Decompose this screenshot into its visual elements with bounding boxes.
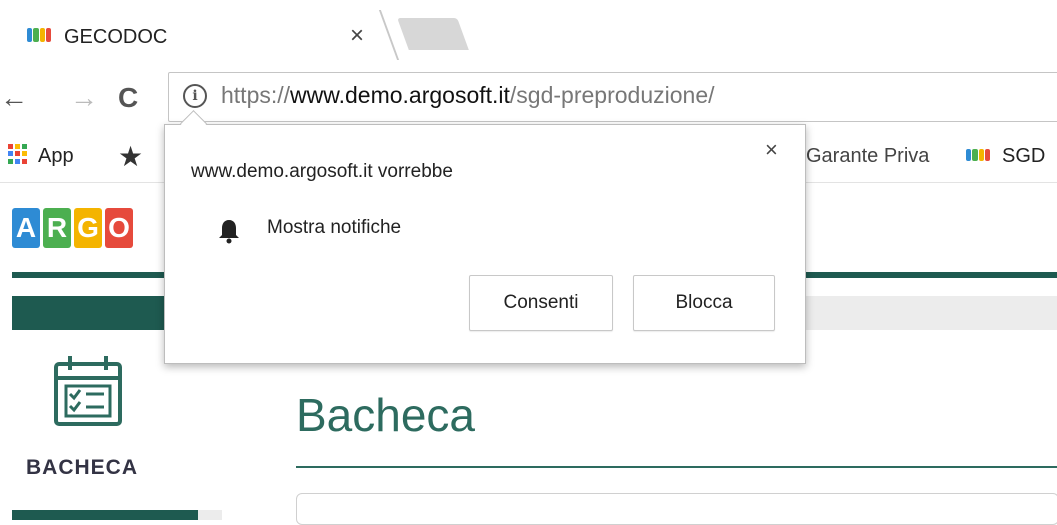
permission-label: Mostra notifiche <box>267 217 402 238</box>
sidebar-item-bacheca[interactable]: BACHECA <box>26 456 138 480</box>
apps-icon[interactable] <box>8 144 28 164</box>
close-icon[interactable]: × <box>765 137 778 163</box>
url-path: /sgd-preproduzione/ <box>509 82 715 108</box>
tab-gecodoc[interactable]: GECODOC × <box>0 6 395 58</box>
bell-icon <box>219 220 239 244</box>
allow-button[interactable]: Consenti <box>469 275 613 331</box>
logo-letter: O <box>105 208 133 248</box>
calendar-checklist-icon[interactable] <box>50 352 126 430</box>
logo-letter: R <box>43 208 71 248</box>
sidebar-bar-gray <box>198 510 222 520</box>
tab-strip: GECODOC × <box>0 0 1057 60</box>
star-icon[interactable]: ★ <box>118 140 143 173</box>
info-icon[interactable]: i <box>183 84 207 108</box>
argo-logo: A R G O <box>12 208 133 248</box>
close-icon[interactable]: × <box>350 22 364 50</box>
browser-toolbar: ← → C i https://www.demo.argosoft.it/sgd… <box>0 60 1057 132</box>
block-button[interactable]: Blocca <box>633 275 775 331</box>
content-panel <box>296 493 1057 525</box>
nav-band <box>12 296 172 330</box>
notification-permission-popup: × www.demo.argosoft.it vorrebbe Mostra n… <box>164 124 806 364</box>
page-title: Bacheca <box>296 389 476 441</box>
popup-origin-text: www.demo.argosoft.it vorrebbe <box>191 161 453 182</box>
title-divider <box>296 466 1057 468</box>
sidebar-active-bar <box>12 510 198 520</box>
reload-icon[interactable]: C <box>118 82 138 114</box>
argo-favicon-icon <box>966 149 990 161</box>
tab-title: GECODOC <box>64 26 168 48</box>
url-scheme: https:// <box>221 82 291 108</box>
new-tab-button[interactable] <box>397 18 469 50</box>
bookmark-sgd[interactable]: SGD <box>1002 145 1045 168</box>
logo-letter: G <box>74 208 102 248</box>
url-host: www.demo.argosoft.it <box>290 82 510 108</box>
argo-favicon-icon <box>27 28 51 42</box>
logo-letter: A <box>12 208 40 248</box>
back-icon[interactable]: ← <box>0 82 28 114</box>
address-bar[interactable]: i https://www.demo.argosoft.it/sgd-prepr… <box>168 72 1057 122</box>
bookmark-apps[interactable]: App <box>38 145 74 168</box>
url-text[interactable]: https://www.demo.argosoft.it/sgd-preprod… <box>221 82 715 109</box>
bookmark-garante-privacy[interactable]: Garante Priva <box>806 145 929 168</box>
forward-icon[interactable]: → <box>70 82 98 114</box>
